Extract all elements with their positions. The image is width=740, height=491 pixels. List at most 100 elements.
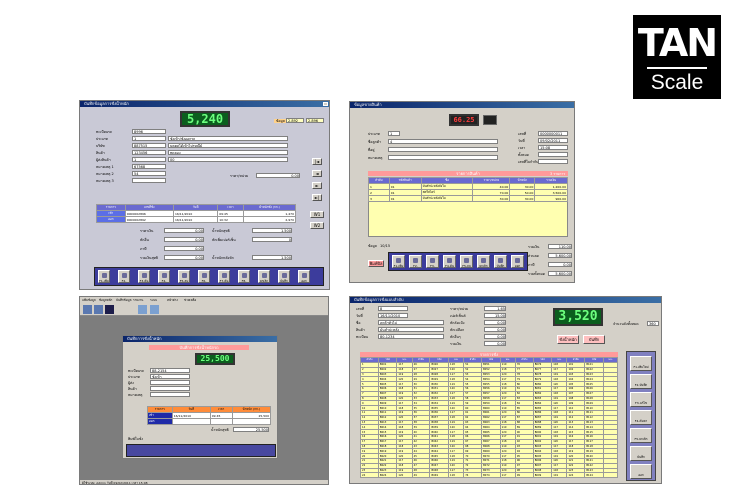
screen-weighing-record: บันทึกข้อมูลการชั่งน้ำหนัก 5,240 ข้อมูล … xyxy=(79,100,330,290)
toolbar-button[interactable]: F4-พิมพ์ xyxy=(158,270,170,283)
toolbar-button[interactable]: F6-ยกเลิก xyxy=(198,270,210,283)
toolbar-button[interactable]: F8-ยกเลิก xyxy=(238,270,250,283)
toolbar-button[interactable]: F1-เพิ่ม xyxy=(392,255,405,268)
field-input[interactable]: ชั่งเข้า xyxy=(150,374,190,379)
field-input[interactable]: 16/11/2010 xyxy=(378,313,408,318)
table-row[interactable]: ออก 0000002892 16/11/2010 10:32 2,970 xyxy=(96,216,297,223)
toolbar-button[interactable]: F1-เพิ่ม xyxy=(98,270,110,283)
side-button[interactable]: F2-บันทึก xyxy=(630,374,652,389)
side-button[interactable]: ออก xyxy=(630,464,652,479)
table-row[interactable]: 24 B024 120 49 B049 118 74 B074 117 99 B099 119 124 B… xyxy=(360,472,619,479)
toolbar-button[interactable]: ยกเลิก xyxy=(477,255,490,268)
tool-icon-1[interactable] xyxy=(83,305,92,314)
print-radio-label[interactable]: พิมพ์ใบชั่ง xyxy=(128,437,143,441)
nav-button[interactable]: ► xyxy=(312,182,322,189)
field-label: ที่อยู่ xyxy=(368,148,375,152)
field-input[interactable]: มันสำปะหลัง xyxy=(378,327,444,332)
field-input[interactable]: 54 xyxy=(132,171,166,176)
field-input[interactable]: 67568 xyxy=(132,164,166,169)
side-button[interactable]: W1 xyxy=(310,211,324,218)
nav-button[interactable]: ►| xyxy=(312,194,322,201)
field-input[interactable]: 0.00 xyxy=(484,320,506,325)
weight-display: 5,240 xyxy=(180,111,230,127)
toolbar-button[interactable]: F2-แก้ไข xyxy=(409,255,422,268)
field-input[interactable] xyxy=(132,178,166,183)
print-bill-button[interactable]: พิมพ์บิล xyxy=(368,260,384,267)
nav-button[interactable]: |◄ xyxy=(312,158,322,165)
menu-item[interactable]: ระบบ xyxy=(150,298,157,302)
weigh-button[interactable]: ชั่งน้ำหนัก xyxy=(557,335,579,344)
field-input[interactable] xyxy=(150,392,190,397)
save-button[interactable]: บันทึก xyxy=(583,335,605,344)
calc-value[interactable]: 0.00 xyxy=(164,228,204,233)
field-input[interactable]: 887515 xyxy=(132,143,166,148)
calc-value[interactable]: 0.00 xyxy=(164,246,204,251)
field-input[interactable]: 8996 xyxy=(132,129,166,134)
field-input[interactable]: 1.65 xyxy=(484,306,506,311)
toolbar-button[interactable]: บันทึก xyxy=(494,255,507,268)
toolbar-button[interactable]: ออก xyxy=(511,255,524,268)
toolbar-button[interactable]: ออก xyxy=(298,270,310,283)
field-input[interactable]: 1 xyxy=(132,157,166,162)
menu-item[interactable]: ช่วยเหลือ xyxy=(184,298,196,302)
toolbar-button[interactable]: F4-ค้น xyxy=(443,255,456,268)
field-input[interactable] xyxy=(388,147,498,152)
field-input[interactable]: 15:08 xyxy=(538,145,568,150)
nav-button[interactable]: ◄ xyxy=(312,170,322,177)
field-input[interactable]: 1 xyxy=(388,131,400,136)
field-input[interactable]: 0.00 xyxy=(484,327,506,332)
toolbar-button[interactable]: F7-ค้น xyxy=(218,270,230,283)
field-input[interactable]: 0.00 xyxy=(484,341,506,346)
field-label: ประเภท xyxy=(128,375,140,379)
field-input[interactable]: 8 xyxy=(378,306,408,311)
menu-item[interactable]: บันทึกข้อมูล xyxy=(116,298,131,302)
close-icon[interactable] xyxy=(323,102,328,106)
toolbar-button[interactable]: F3-ค้น xyxy=(138,270,150,283)
price-field[interactable]: 0.00 xyxy=(256,173,300,178)
field-input[interactable]: ลูกค้าทั่วไป xyxy=(378,320,444,325)
field-label: หมายเหตุ xyxy=(128,393,143,397)
field-input[interactable]: 09/02/2011 xyxy=(538,138,568,143)
field-input[interactable] xyxy=(538,159,568,164)
field-input[interactable]: 4 xyxy=(388,139,498,144)
menu-item[interactable]: ข้อมูลหลัก xyxy=(99,298,112,302)
field-input[interactable]: 80-1234 xyxy=(378,334,444,339)
calc-value[interactable]: 0.00 xyxy=(164,255,204,260)
side-button[interactable]: บันทึก xyxy=(630,446,652,461)
field-input[interactable]: 123456 xyxy=(132,150,166,155)
menu-item[interactable]: หน้าต่าง xyxy=(167,298,178,302)
table-cell: 120 xyxy=(396,472,413,479)
calc-label-2: น้ำหนักหลังหัก xyxy=(212,256,234,260)
side-button[interactable]: F5-ยกเลิก xyxy=(630,428,652,443)
field-input[interactable] xyxy=(388,155,498,160)
toolbar-button[interactable]: บันทึก xyxy=(278,270,290,283)
field-label: หมายเหตุ 3 xyxy=(96,179,114,183)
toolbar-button[interactable]: F5-ลบ xyxy=(460,255,473,268)
table-row[interactable]: ออก xyxy=(147,418,272,425)
menu-item[interactable]: รายงาน xyxy=(133,298,143,302)
side-button[interactable]: W2 xyxy=(310,222,324,229)
page: TAN Scale บันทึกข้อมูลการชั่งน้ำหนัก 5,2… xyxy=(0,0,740,491)
tool-icon-5[interactable] xyxy=(150,305,159,314)
field-input[interactable]: 1 xyxy=(132,136,166,141)
menu-item[interactable]: แฟ้มข้อมูล xyxy=(82,298,96,302)
side-button[interactable]: F1-เพิ่มใหม่ xyxy=(630,356,652,371)
tool-icon-2[interactable] xyxy=(94,305,103,314)
toolbar-button[interactable]: F2-แก้ไข xyxy=(118,270,130,283)
side-button[interactable]: F4-ค้นหา xyxy=(630,410,652,425)
field-input[interactable]: 88-2154 xyxy=(150,368,190,373)
calc-value[interactable]: 0.00 xyxy=(164,237,204,242)
tool-icon-3[interactable] xyxy=(105,305,114,314)
side-button[interactable]: F3-แก้ไข xyxy=(630,392,652,407)
table-row[interactable]: 3 01 มันสำปะหลังลังใบ 30.00 30.00 900.00 xyxy=(368,195,568,202)
field-input[interactable] xyxy=(150,380,190,385)
toolbar-button[interactable]: F5-ลบ xyxy=(178,270,190,283)
field-input[interactable] xyxy=(538,152,568,157)
field-input[interactable]: 0000000011 xyxy=(538,131,568,136)
toolbar-button[interactable]: ยกเลิก xyxy=(258,270,270,283)
field-input[interactable]: 15.00 xyxy=(484,313,506,318)
tool-icon-4[interactable] xyxy=(138,305,147,314)
field-input[interactable]: 0.00 xyxy=(484,334,506,339)
toolbar-button[interactable]: F3-บันทึก xyxy=(426,255,439,268)
field-input[interactable] xyxy=(150,386,190,391)
